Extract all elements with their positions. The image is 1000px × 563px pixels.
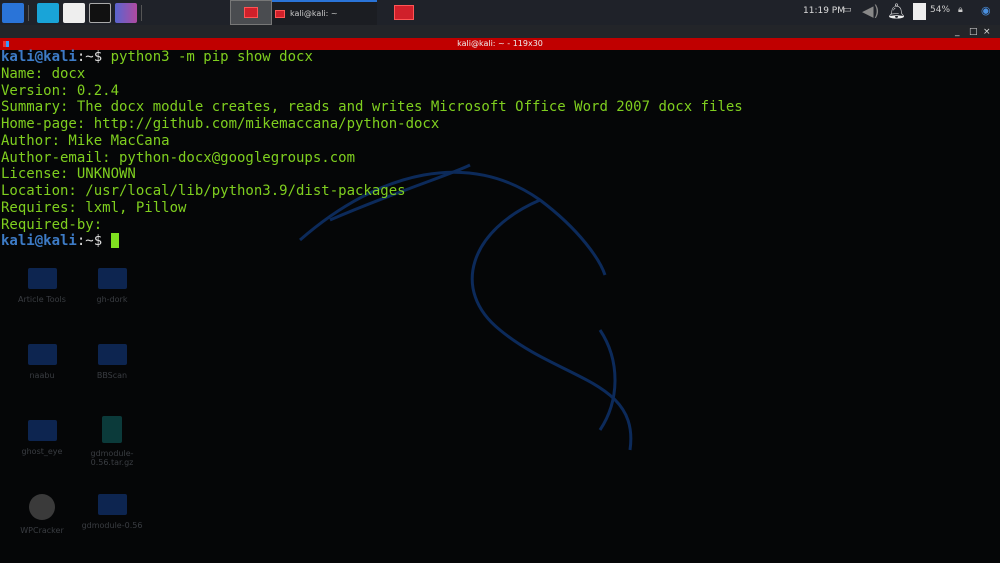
window-app-icon	[3, 41, 9, 47]
locked-folder-icon	[27, 344, 57, 365]
divider	[141, 4, 142, 21]
desktop-icon-gh-dork[interactable]: gh-dork	[72, 268, 152, 304]
desktop-icon[interactable]	[37, 2, 59, 23]
output-line: Author: Mike MacCana	[1, 132, 170, 149]
gear-icon	[29, 494, 55, 520]
folder-icon	[97, 344, 127, 365]
terminal-output[interactable]: kali@kali:~$ python3 -m pip show docx Nam…	[1, 49, 743, 250]
prompt-user: kali@kali	[1, 233, 77, 250]
prompt-user: kali@kali	[1, 49, 77, 65]
terminal-icon[interactable]	[89, 2, 111, 23]
desktop-icon-article-tools[interactable]: Article Tools	[2, 268, 82, 304]
output-line: Summary: The docx module creates, reads …	[1, 99, 743, 116]
desktop-icon-bbscan[interactable]: BBScan	[72, 344, 152, 380]
window-title: kali@kali: ~ - 119x30	[457, 39, 543, 48]
power-icon[interactable]: ◉	[981, 4, 991, 17]
output-line: Required-by:	[1, 216, 103, 233]
output-line: Version: 0.2.4	[1, 82, 120, 99]
task-terminal[interactable]: kali@kali: ~	[272, 0, 377, 25]
desktop-icon-gdmodule-tar[interactable]: gdmodule-0.56.tar.gz	[72, 416, 152, 467]
desktop-icon-gdmodule[interactable]: gdmodule-0.56	[72, 494, 152, 530]
output-line: Author-email: python-docx@googlegroups.c…	[1, 149, 356, 166]
file-manager-icon[interactable]	[63, 2, 85, 23]
terminal-thumb-icon	[244, 7, 258, 18]
screen-recorder-icon[interactable]	[115, 2, 137, 23]
prompt-suffix: :~$	[76, 49, 111, 65]
command-line: kali@kali:~$ python3 -m pip show docx	[1, 49, 743, 66]
battery-icon[interactable]	[913, 3, 926, 20]
lock-icon[interactable]: 🔒︎	[958, 5, 963, 15]
workspace-1[interactable]	[188, 0, 230, 25]
command: python3 -m pip show docx	[110, 49, 313, 65]
workspace-2[interactable]	[230, 0, 272, 25]
prompt-line: kali@kali:~$	[1, 233, 743, 250]
output-line: Home-page: http://github.com/mikemaccana…	[1, 116, 440, 132]
folder-icon	[27, 268, 57, 289]
output-line: Location: /usr/local/lib/python3.9/dist-…	[1, 183, 406, 199]
output-line: Requires: lxml, Pillow	[1, 199, 187, 216]
maximize-button[interactable]: □	[969, 27, 978, 37]
divider	[28, 4, 29, 21]
desktop-icon-ghost-eye[interactable]: ghost_eye	[2, 420, 82, 456]
cursor	[110, 233, 119, 249]
terminal-thumb-icon	[394, 5, 414, 20]
locked-folder-icon	[27, 420, 57, 441]
output-line: Name: docx	[1, 65, 86, 82]
clock[interactable]: 11:19 PM	[803, 6, 845, 16]
desktop-icon-naabu[interactable]: naabu	[2, 344, 82, 380]
window-header	[0, 25, 1000, 38]
desktop-icon-wpcracker[interactable]: WPCracker	[2, 494, 82, 535]
folder-icon	[97, 494, 127, 515]
close-button[interactable]: ×	[983, 27, 991, 37]
terminal-task-icon	[275, 9, 285, 18]
archive-icon	[102, 416, 122, 443]
volume-icon[interactable]: ◀)	[862, 2, 879, 20]
prompt-suffix: :~$	[76, 233, 111, 250]
battery-percent: 54%	[930, 5, 951, 15]
notification-bell-icon[interactable]: 🔔︎	[887, 2, 906, 20]
workspace-3[interactable]	[384, 0, 424, 25]
display-icon[interactable]: ▭	[843, 5, 852, 15]
minimize-button[interactable]: _	[955, 27, 960, 37]
output-line: License: UNKNOWN	[1, 166, 136, 183]
kali-menu-icon[interactable]	[2, 2, 24, 23]
folder-icon	[97, 268, 127, 289]
